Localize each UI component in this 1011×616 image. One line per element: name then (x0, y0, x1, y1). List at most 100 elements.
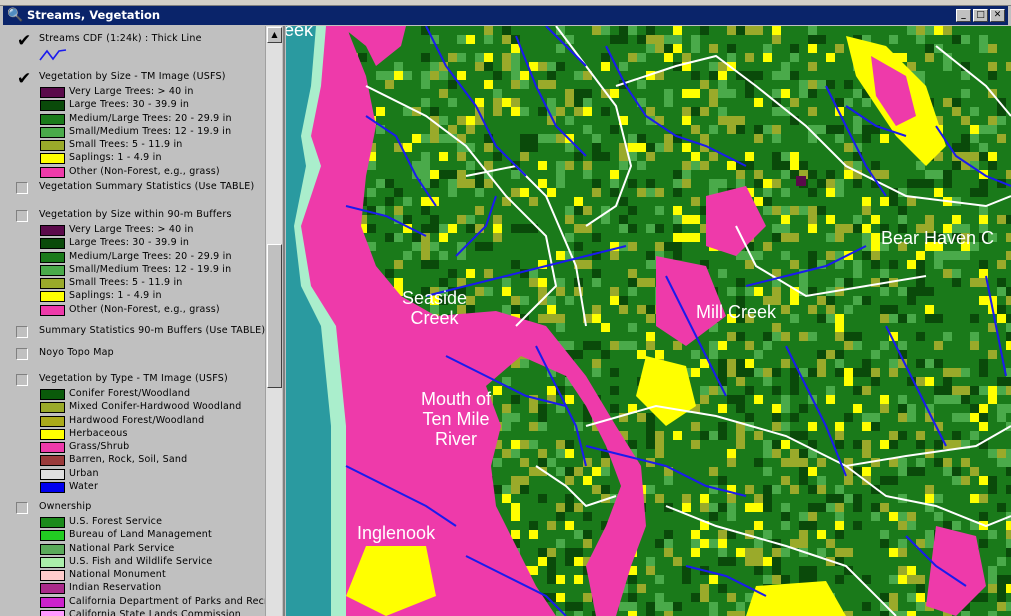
vegetation-cell (808, 179, 817, 188)
vegetation-cell (772, 107, 781, 116)
vegetation-cell (817, 548, 826, 557)
vegetation-cell (799, 530, 808, 539)
theme-visibility-checkbox[interactable] (16, 210, 28, 222)
vegetation-cell (871, 521, 880, 530)
vegetation-cell (916, 431, 925, 440)
vegetation-cell (430, 260, 439, 269)
vegetation-cell (583, 593, 592, 602)
vegetation-cell (916, 170, 925, 179)
vegetation-cell (646, 287, 655, 296)
vegetation-cell (916, 341, 925, 350)
vegetation-cell (484, 53, 493, 62)
vegetation-cell (592, 188, 601, 197)
theme-visibility-checkbox[interactable] (16, 502, 28, 514)
vegetation-cell (655, 53, 664, 62)
vegetation-cell (979, 188, 988, 197)
vegetation-cell (745, 386, 754, 395)
vegetation-cell (943, 332, 952, 341)
theme-visibility-checkbox[interactable] (16, 348, 28, 360)
vegetation-cell (817, 566, 826, 575)
theme-visibility-checkbox[interactable]: ✔ (16, 71, 31, 88)
vegetation-cell (592, 278, 601, 287)
vegetation-cell (781, 206, 790, 215)
vegetation-cell (502, 458, 511, 467)
vegetation-cell (421, 152, 430, 161)
close-button[interactable]: ✕ (990, 9, 1005, 22)
vegetation-cell (511, 170, 520, 179)
vegetation-cell (835, 368, 844, 377)
vegetation-cell (700, 386, 709, 395)
vegetation-cell (961, 458, 970, 467)
vegetation-cell (952, 476, 961, 485)
vegetation-cell (997, 134, 1006, 143)
vegetation-cell (682, 53, 691, 62)
scroll-thumb[interactable] (267, 244, 282, 388)
theme-visibility-checkbox[interactable]: ✔ (16, 33, 31, 50)
vegetation-cell (502, 62, 511, 71)
legend-swatch (40, 291, 65, 303)
theme-visibility-checkbox[interactable] (16, 374, 28, 386)
vegetation-cell (610, 287, 619, 296)
vegetation-cell (565, 89, 574, 98)
vegetation-cell (754, 323, 763, 332)
vegetation-cell (889, 593, 898, 602)
vegetation-cell (943, 386, 952, 395)
maximize-button[interactable]: □ (973, 9, 988, 22)
scroll-up-button[interactable]: ▲ (267, 27, 282, 43)
legend-theme-header[interactable]: Noyo Topo Map (7, 346, 265, 362)
vegetation-cell (511, 26, 520, 35)
vegetation-cell (466, 80, 475, 89)
legend-theme-header[interactable]: ✔ Vegetation by Size - TM Image (USFS) (7, 70, 265, 88)
vegetation-cell (655, 224, 664, 233)
vegetation-cell (889, 575, 898, 584)
vegetation-cell (763, 485, 772, 494)
minimize-button[interactable]: _ (956, 9, 971, 22)
legend-theme-header[interactable]: Ownership (7, 500, 265, 516)
vegetation-cell (763, 512, 772, 521)
vegetation-cell (826, 206, 835, 215)
vegetation-cell (979, 152, 988, 161)
vegetation-cell (412, 242, 421, 251)
vegetation-cell (997, 386, 1006, 395)
legend-scrollbar[interactable]: ▲ (265, 26, 282, 616)
vegetation-cell (862, 233, 871, 242)
vegetation-cell (664, 476, 673, 485)
vegetation-cell (646, 530, 655, 539)
vegetation-cell (385, 80, 394, 89)
vegetation-cell (988, 71, 997, 80)
vegetation-cell (601, 62, 610, 71)
legend-theme-header[interactable]: Vegetation Summary Statistics (Use TABLE… (7, 180, 265, 196)
vegetation-cell (655, 431, 664, 440)
vegetation-cell (736, 323, 745, 332)
title-bar[interactable]: 🔍 Streams, Vegetation _ □ ✕ (3, 6, 1008, 25)
vegetation-cell (997, 449, 1006, 458)
map-view[interactable]: eek Seaside Creek Mill Creek Bear Haven … (286, 26, 1011, 616)
theme-visibility-checkbox[interactable] (16, 326, 28, 338)
vegetation-cell (655, 35, 664, 44)
theme-visibility-checkbox[interactable] (16, 182, 28, 194)
legend-swatch (40, 428, 65, 440)
vegetation-cell (979, 404, 988, 413)
vegetation-cell (988, 584, 997, 593)
vegetation-cell (556, 170, 565, 179)
legend-item: Small/Medium Trees: 12 - 19.9 in (7, 126, 265, 139)
vegetation-cell (583, 98, 592, 107)
legend-theme-header[interactable]: Vegetation by Type - TM Image (USFS) (7, 372, 265, 388)
legend-theme-header[interactable]: Vegetation by Size within 90-m Buffers (7, 208, 265, 224)
vegetation-cell (844, 143, 853, 152)
vegetation-cell (538, 134, 547, 143)
vegetation-cell (817, 233, 826, 242)
vegetation-cell (988, 215, 997, 224)
vegetation-cell (979, 206, 988, 215)
vegetation-cell (871, 368, 880, 377)
vegetation-cell (547, 98, 556, 107)
vegetation-cell (538, 215, 547, 224)
vegetation-cell (934, 188, 943, 197)
legend-item-label: Urban (69, 467, 99, 479)
vegetation-cell (511, 440, 520, 449)
vegetation-cell (565, 467, 574, 476)
vegetation-cell (862, 467, 871, 476)
legend-theme-header[interactable]: ✔ Streams CDF (1:24k) : Thick Line (7, 32, 265, 50)
vegetation-cell (655, 467, 664, 476)
legend-theme-header[interactable]: Summary Statistics 90-m Buffers (Use TAB… (7, 324, 265, 340)
